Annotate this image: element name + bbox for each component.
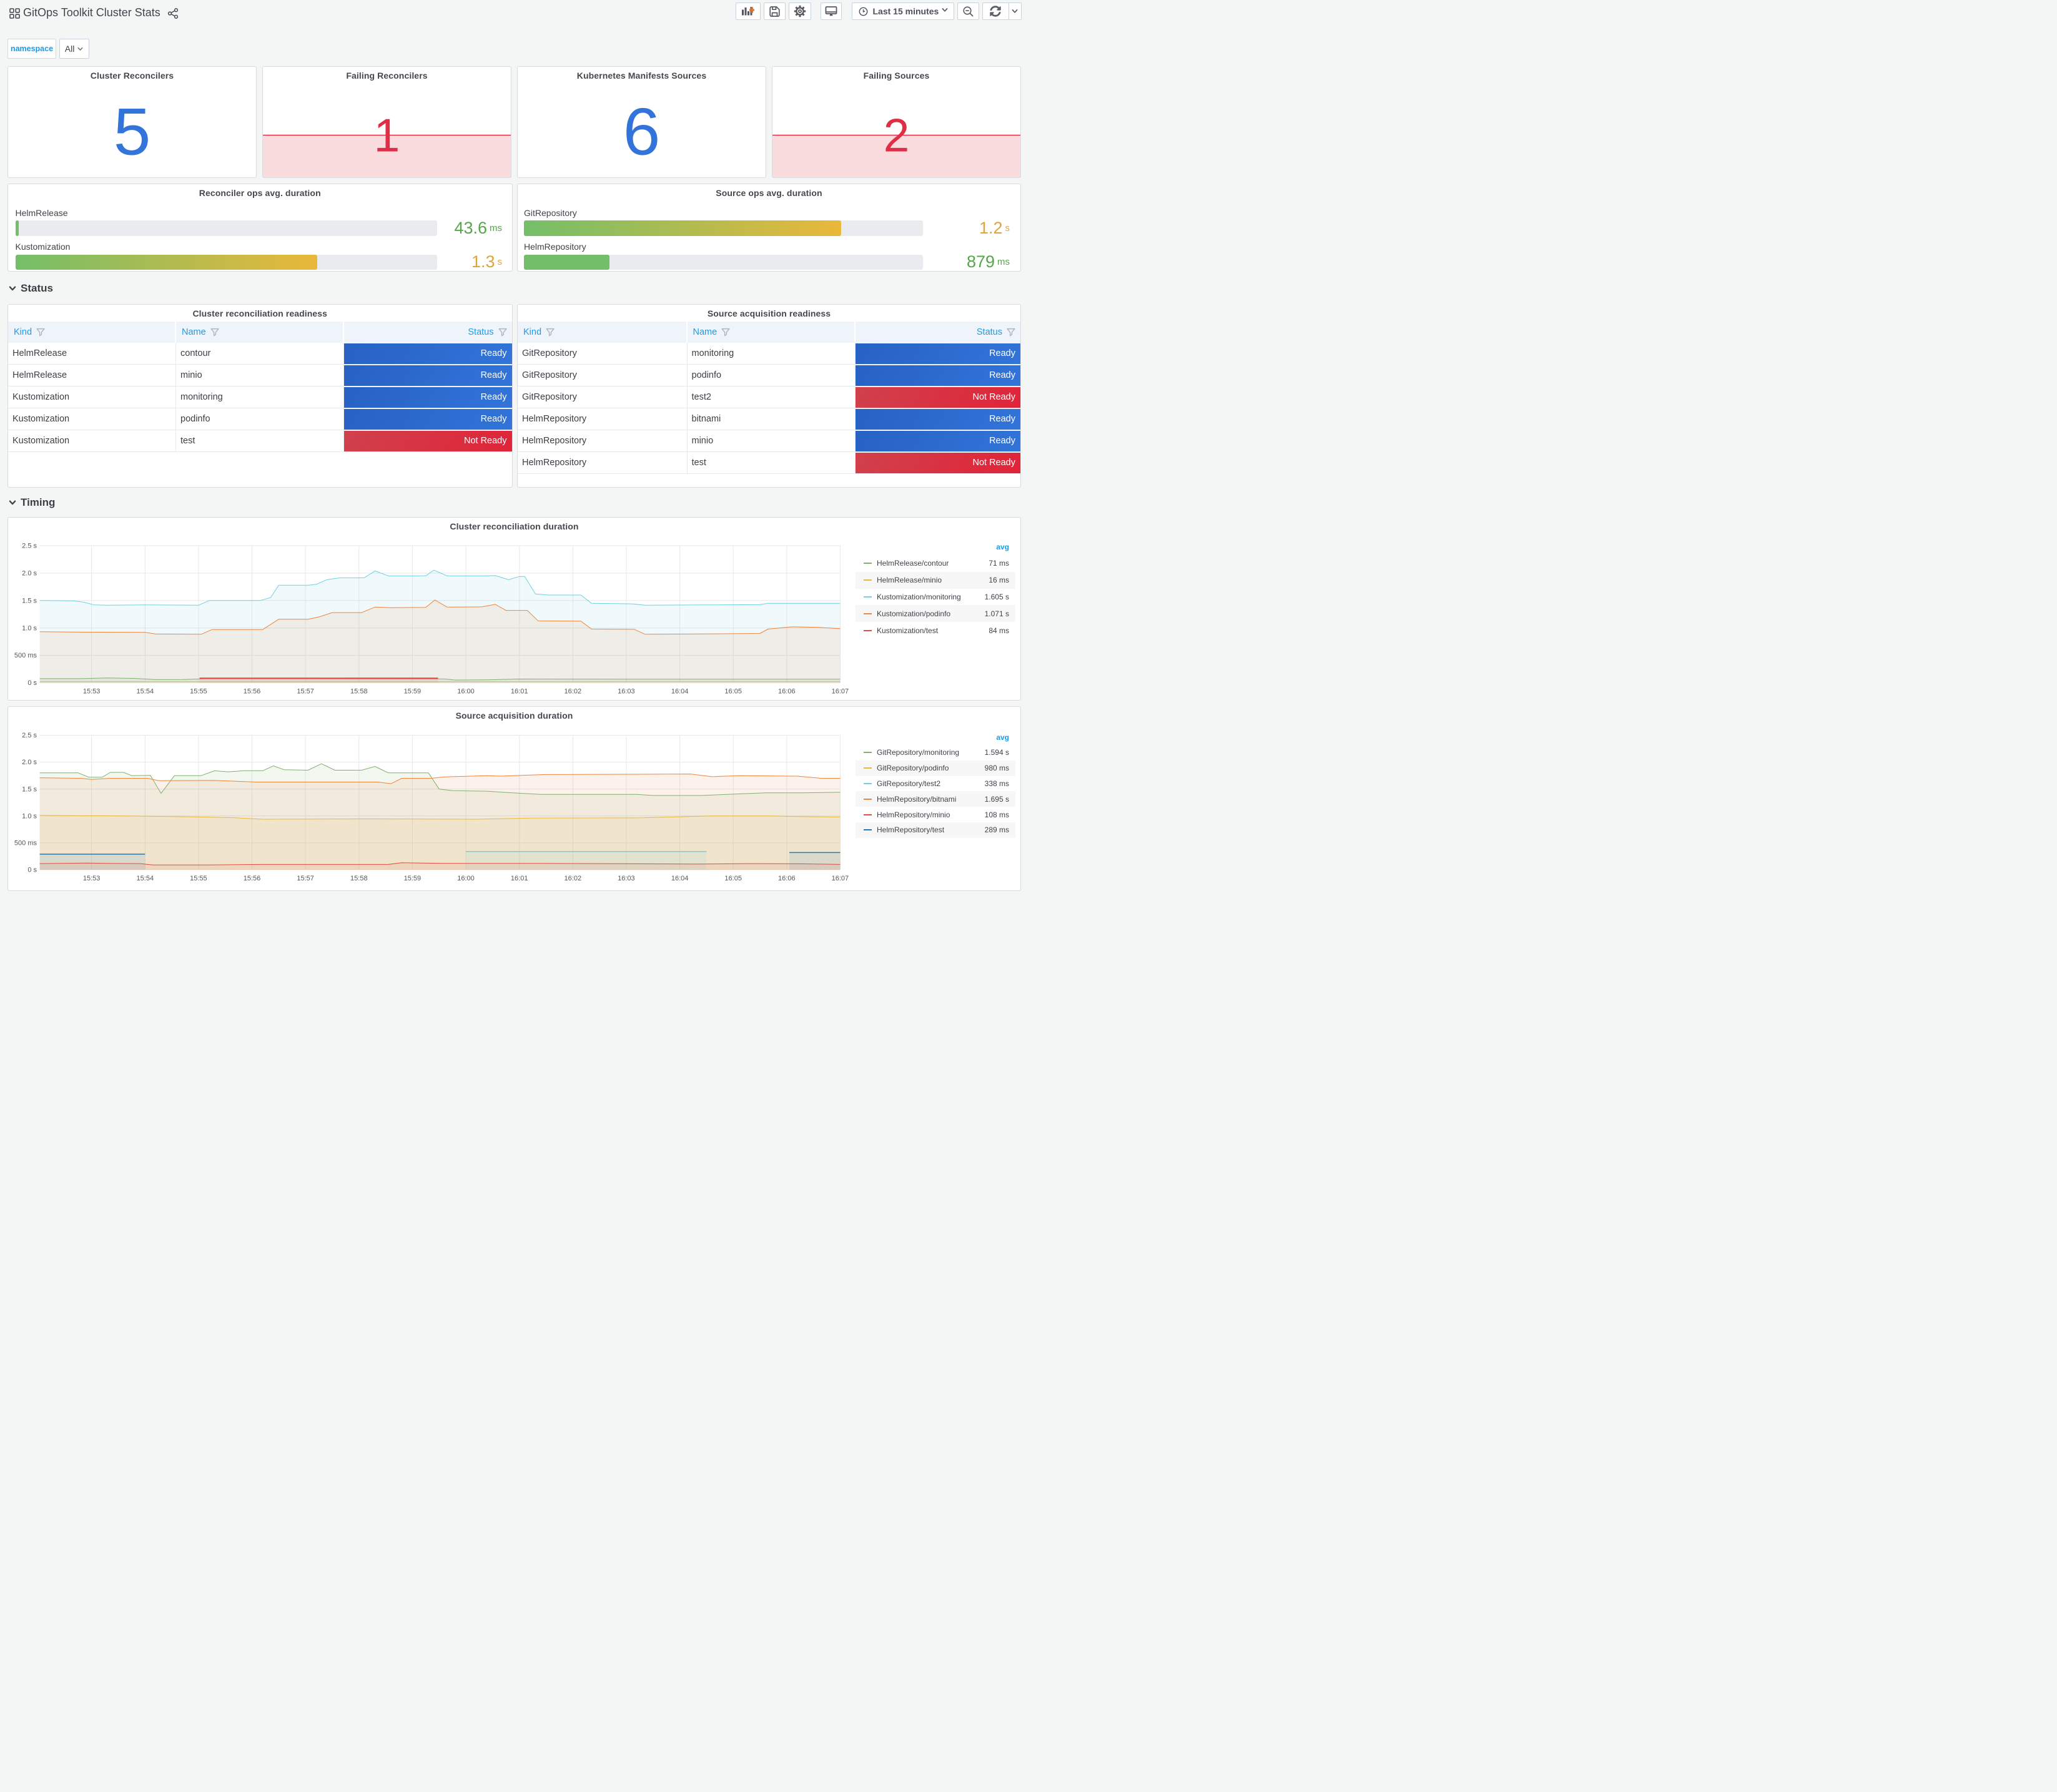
svg-text:16:00: 16:00 (457, 687, 475, 695)
svg-text:16:06: 16:06 (778, 687, 796, 695)
svg-text:16:05: 16:05 (724, 687, 742, 695)
svg-text:16:00: 16:00 (457, 875, 475, 882)
svg-text:16:06: 16:06 (778, 875, 796, 882)
svg-text:15:54: 15:54 (137, 875, 154, 882)
svg-text:1.0 s: 1.0 s (22, 812, 37, 820)
svg-text:16:02: 16:02 (565, 687, 582, 695)
svg-text:16:03: 16:03 (618, 687, 635, 695)
svg-text:15:53: 15:53 (83, 687, 101, 695)
svg-text:15:57: 15:57 (297, 875, 314, 882)
svg-text:15:55: 15:55 (190, 875, 207, 882)
svg-text:2.5 s: 2.5 s (22, 732, 37, 739)
svg-text:500 ms: 500 ms (14, 652, 37, 659)
svg-text:15:59: 15:59 (404, 687, 422, 695)
svg-text:16:04: 16:04 (671, 687, 689, 695)
svg-text:15:56: 15:56 (244, 687, 261, 695)
svg-text:2.0 s: 2.0 s (22, 759, 37, 766)
svg-text:15:59: 15:59 (404, 875, 422, 882)
svg-text:0 s: 0 s (27, 679, 37, 687)
svg-text:0 s: 0 s (27, 867, 37, 874)
svg-text:2.0 s: 2.0 s (22, 569, 37, 577)
svg-text:15:53: 15:53 (83, 875, 101, 882)
svg-text:16:01: 16:01 (511, 875, 528, 882)
svg-text:16:05: 16:05 (724, 875, 742, 882)
svg-text:16:07: 16:07 (832, 875, 849, 882)
svg-text:16:03: 16:03 (618, 875, 635, 882)
svg-text:500 ms: 500 ms (14, 840, 37, 847)
svg-text:2.5 s: 2.5 s (22, 542, 37, 549)
svg-text:1.5 s: 1.5 s (22, 597, 37, 604)
svg-text:1.5 s: 1.5 s (22, 785, 37, 793)
svg-text:15:58: 15:58 (350, 875, 368, 882)
svg-text:1.0 s: 1.0 s (22, 624, 37, 632)
svg-text:16:02: 16:02 (565, 875, 582, 882)
svg-text:15:55: 15:55 (190, 687, 207, 695)
svg-text:16:04: 16:04 (671, 875, 689, 882)
svg-text:16:01: 16:01 (511, 687, 528, 695)
svg-text:15:58: 15:58 (350, 687, 368, 695)
svg-text:15:57: 15:57 (297, 687, 314, 695)
svg-text:16:07: 16:07 (832, 687, 849, 695)
svg-text:15:54: 15:54 (137, 687, 154, 695)
svg-text:15:56: 15:56 (244, 875, 261, 882)
